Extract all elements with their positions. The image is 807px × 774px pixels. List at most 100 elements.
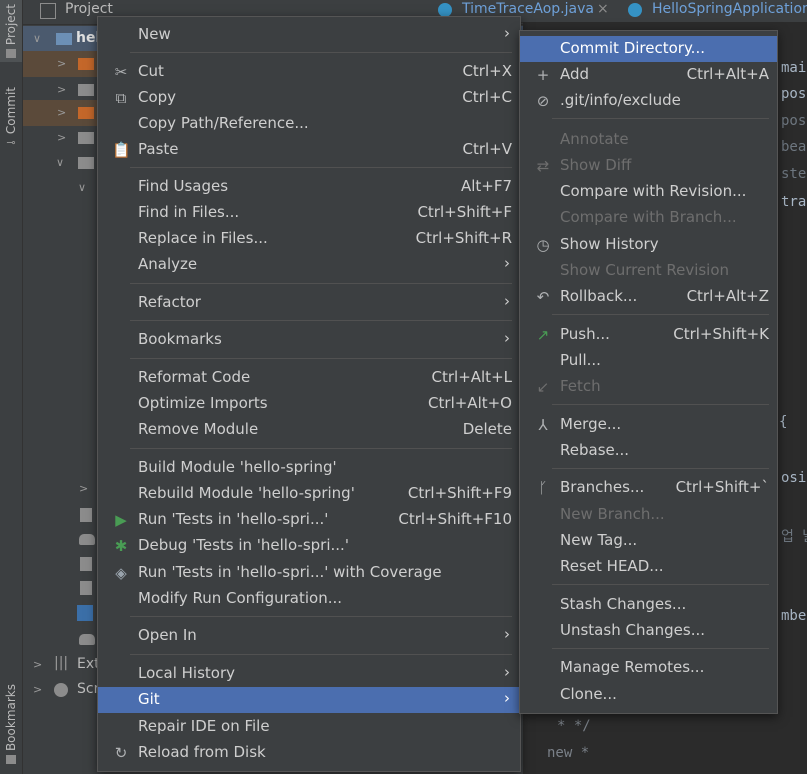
code-fragment: { bbox=[779, 414, 788, 430]
git-item-fetch[interactable]: ↙ Fetch bbox=[520, 374, 777, 400]
menu-item-repair-ide[interactable]: Repair IDE on File bbox=[98, 714, 520, 740]
menu-item-new[interactable]: New › bbox=[98, 22, 520, 48]
menu-separator bbox=[552, 118, 769, 119]
chevron-right-icon[interactable]: > bbox=[57, 57, 66, 70]
left-tool-strip: Project Commit ⊸ Bookmarks bbox=[0, 0, 23, 774]
menu-item-analyze[interactable]: Analyze › bbox=[98, 252, 520, 278]
project-tool-tab[interactable]: Project bbox=[0, 0, 22, 62]
git-item-manage-remotes[interactable]: Manage Remotes... bbox=[520, 655, 777, 681]
code-fragment: new * bbox=[547, 745, 590, 761]
git-item-unstash[interactable]: Unstash Changes... bbox=[520, 618, 777, 644]
git-item-pull[interactable]: Pull... bbox=[520, 348, 777, 374]
menu-item-find-in-files[interactable]: Find in Files... Ctrl+Shift+F bbox=[98, 200, 520, 226]
menu-item-open-in[interactable]: Open In › bbox=[98, 623, 520, 649]
submenu-arrow-icon: › bbox=[504, 689, 510, 707]
chevron-right-icon[interactable]: > bbox=[79, 482, 88, 495]
menu-item-paste[interactable]: 📋 Paste Ctrl+V bbox=[98, 137, 520, 163]
history-icon: ◷ bbox=[536, 236, 550, 254]
menu-separator bbox=[130, 283, 512, 284]
folder-icon bbox=[78, 107, 94, 119]
menu-item-reload-from-disk[interactable]: ↻ Reload from Disk bbox=[98, 740, 520, 766]
git-item-branches[interactable]: ᚴ Branches... Ctrl+Shift+` bbox=[520, 475, 777, 501]
branch-icon: ᚴ bbox=[538, 479, 548, 497]
menu-item-copy-path[interactable]: Copy Path/Reference... bbox=[98, 111, 520, 137]
chevron-right-icon[interactable]: > bbox=[33, 683, 42, 696]
menu-item-label: New Branch... bbox=[560, 505, 665, 523]
menu-item-label: Paste bbox=[138, 140, 179, 158]
menu-separator bbox=[552, 584, 769, 585]
class-icon bbox=[438, 3, 452, 17]
menu-item-refactor[interactable]: Refactor › bbox=[98, 290, 520, 316]
git-item-rollback[interactable]: ↶ Rollback... Ctrl+Alt+Z bbox=[520, 284, 777, 310]
git-item-push[interactable]: ↗ Push... Ctrl+Shift+K bbox=[520, 322, 777, 348]
menu-item-shortcut: Ctrl+Alt+A bbox=[686, 65, 769, 83]
git-item-stash[interactable]: Stash Changes... bbox=[520, 592, 777, 618]
commit-tool-tab[interactable]: Commit ⊸ bbox=[0, 82, 22, 154]
menu-separator bbox=[552, 314, 769, 315]
menu-item-label: Manage Remotes... bbox=[560, 658, 705, 676]
menu-item-label: Replace in Files... bbox=[138, 229, 268, 247]
menu-item-debug-tests[interactable]: ✱ Debug 'Tests in 'hello-spri...' bbox=[98, 533, 520, 559]
git-item-compare-revision[interactable]: Compare with Revision... bbox=[520, 179, 777, 205]
menu-item-build-module[interactable]: Build Module 'hello-spring' bbox=[98, 455, 520, 481]
git-item-rebase[interactable]: Rebase... bbox=[520, 438, 777, 464]
editor-tab[interactable]: HelloSpringApplication bbox=[652, 1, 807, 17]
git-item-reset-head[interactable]: Reset HEAD... bbox=[520, 554, 777, 580]
git-item-clone[interactable]: Clone... bbox=[520, 682, 777, 708]
menu-item-shortcut: Ctrl+Shift+K bbox=[673, 325, 769, 343]
chevron-right-icon[interactable]: > bbox=[57, 106, 66, 119]
menu-separator bbox=[130, 358, 512, 359]
project-panel-title[interactable]: Project bbox=[65, 1, 113, 17]
editor-tab[interactable]: TimeTraceAop.java bbox=[462, 1, 594, 17]
chevron-down-icon[interactable]: ∨ bbox=[78, 181, 86, 194]
close-icon[interactable]: × bbox=[597, 1, 609, 17]
code-fragment: * */ bbox=[557, 718, 591, 734]
chevron-down-icon[interactable]: ∨ bbox=[56, 156, 64, 169]
menu-item-label: Copy Path/Reference... bbox=[138, 114, 309, 132]
menu-item-run-with-coverage[interactable]: ◈ Run 'Tests in 'hello-spri...' with Cove… bbox=[98, 560, 520, 586]
menu-item-reformat-code[interactable]: Reformat Code Ctrl+Alt+L bbox=[98, 365, 520, 391]
submenu-arrow-icon: › bbox=[504, 254, 510, 272]
menu-item-label: Cut bbox=[138, 62, 164, 80]
git-item-show-diff[interactable]: ⇄ Show Diff bbox=[520, 153, 777, 179]
menu-separator bbox=[552, 648, 769, 649]
menu-item-replace-in-files[interactable]: Replace in Files... Ctrl+Shift+R bbox=[98, 226, 520, 252]
git-item-commit-directory[interactable]: Commit Directory... bbox=[520, 36, 777, 62]
merge-icon: ⅄ bbox=[538, 416, 548, 434]
chevron-right-icon[interactable]: > bbox=[33, 658, 42, 671]
menu-item-run-tests[interactable]: ▶ Run 'Tests in 'hello-spri...' Ctrl+Shift… bbox=[98, 507, 520, 533]
code-fragment: mai bbox=[781, 60, 807, 76]
git-item-show-current-revision[interactable]: Show Current Revision bbox=[520, 258, 777, 284]
module-folder-icon bbox=[56, 33, 72, 45]
menu-item-cut[interactable]: ✂ Cut Ctrl+X bbox=[98, 59, 520, 85]
menu-item-label: Clone... bbox=[560, 685, 617, 703]
git-item-show-history[interactable]: ◷ Show History bbox=[520, 232, 777, 258]
menu-item-git[interactable]: Git › bbox=[98, 687, 520, 713]
menu-item-label: New Tag... bbox=[560, 531, 638, 549]
menu-item-label: Branches... bbox=[560, 478, 645, 496]
menu-item-shortcut: Ctrl+Shift+R bbox=[415, 229, 512, 247]
bookmarks-tool-tab[interactable]: Bookmarks bbox=[0, 676, 22, 772]
menu-item-optimize-imports[interactable]: Optimize Imports Ctrl+Alt+O bbox=[98, 391, 520, 417]
chevron-right-icon[interactable]: > bbox=[57, 83, 66, 96]
git-item-exclude[interactable]: ⊘ .git/info/exclude bbox=[520, 88, 777, 114]
git-item-new-branch[interactable]: New Branch... bbox=[520, 502, 777, 528]
menu-item-label: Show Diff bbox=[560, 156, 632, 174]
git-item-merge[interactable]: ⅄ Merge... bbox=[520, 412, 777, 438]
git-item-annotate[interactable]: Annotate bbox=[520, 127, 777, 153]
chevron-down-icon[interactable]: ∨ bbox=[33, 32, 41, 45]
git-item-compare-branch[interactable]: Compare with Branch... bbox=[520, 205, 777, 231]
git-item-add[interactable]: + Add Ctrl+Alt+A bbox=[520, 62, 777, 88]
menu-item-local-history[interactable]: Local History › bbox=[98, 661, 520, 687]
chevron-right-icon[interactable]: > bbox=[57, 131, 66, 144]
menu-item-remove-module[interactable]: Remove Module Delete bbox=[98, 417, 520, 443]
code-fragment: ste bbox=[781, 166, 807, 182]
menu-item-label: Unstash Changes... bbox=[560, 621, 706, 639]
menu-item-rebuild-module[interactable]: Rebuild Module 'hello-spring' Ctrl+Shift+… bbox=[98, 481, 520, 507]
menu-item-modify-run-config[interactable]: Modify Run Configuration... bbox=[98, 586, 520, 612]
menu-item-bookmarks[interactable]: Bookmarks › bbox=[98, 327, 520, 353]
menu-item-copy[interactable]: ⧉ Copy Ctrl+C bbox=[98, 85, 520, 111]
menu-item-shortcut: Ctrl+V bbox=[462, 140, 512, 158]
git-item-new-tag[interactable]: New Tag... bbox=[520, 528, 777, 554]
menu-item-find-usages[interactable]: Find Usages Alt+F7 bbox=[98, 174, 520, 200]
